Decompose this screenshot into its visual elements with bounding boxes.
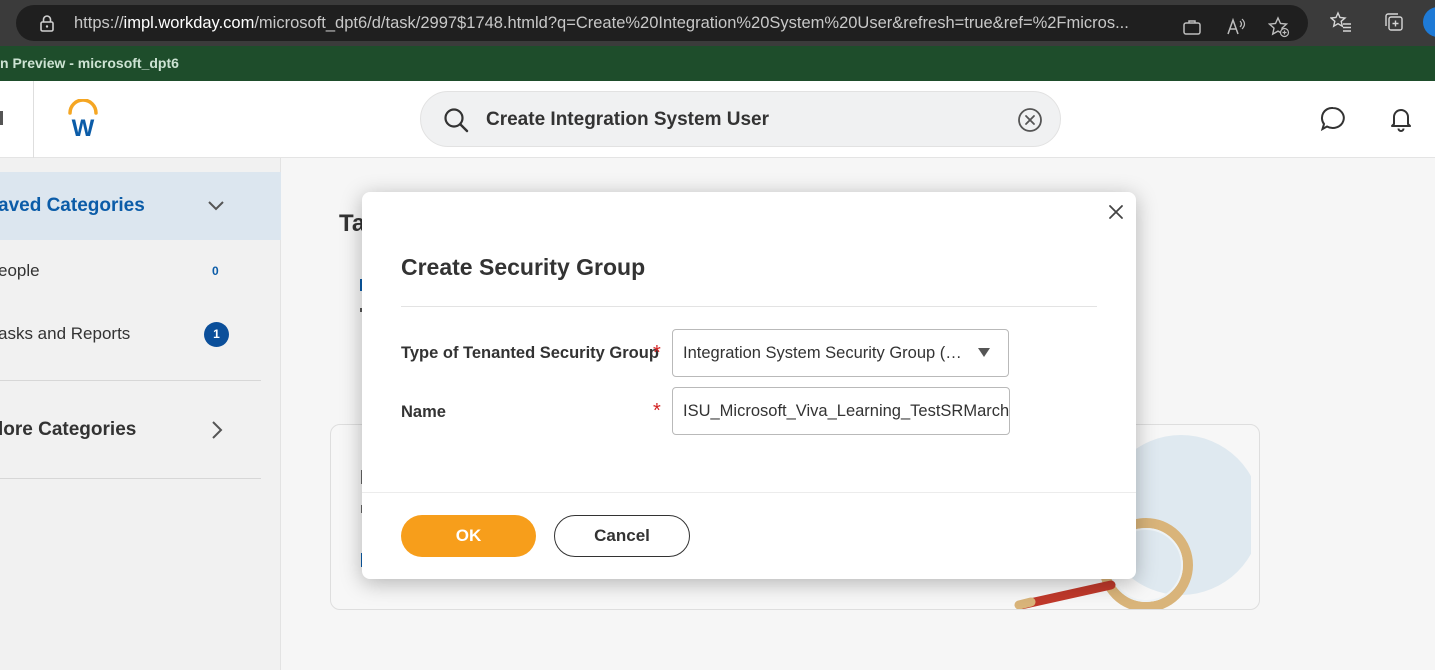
name-field-label: Name xyxy=(401,403,446,421)
add-favorite-icon[interactable] xyxy=(1267,16,1290,38)
name-input[interactable] xyxy=(672,387,1010,435)
profile-avatar[interactable] xyxy=(1423,7,1435,37)
browser-toolbar: https://impl.workday.com/microsoft_dpt6/… xyxy=(0,0,1435,46)
required-asterisk: * xyxy=(653,400,661,422)
type-field-label: Type of Tenanted Security Group xyxy=(401,344,659,362)
favorites-icon[interactable] xyxy=(1329,11,1352,33)
dialog-divider xyxy=(401,306,1097,307)
create-security-group-dialog: Create Security Group Type of Tenanted S… xyxy=(362,192,1136,579)
url-text[interactable]: https://impl.workday.com/microsoft_dpt6/… xyxy=(74,5,1174,41)
url-path: /microsoft_dpt6/d/task/2997$1748.htmld?q… xyxy=(254,14,1129,32)
dropdown-caret-icon[interactable] xyxy=(978,348,990,357)
select-value: Integration System Security Group (… xyxy=(683,344,962,362)
footer-divider xyxy=(362,492,1136,493)
banner-text: n Preview - microsoft_dpt6 xyxy=(0,55,179,71)
collections-icon[interactable] xyxy=(1383,11,1405,33)
dialog-title: Create Security Group xyxy=(401,254,646,280)
ok-button[interactable]: OK xyxy=(401,515,536,557)
url-prefix: https:// xyxy=(74,14,124,32)
address-bar[interactable]: https://impl.workday.com/microsoft_dpt6/… xyxy=(16,5,1308,41)
close-icon[interactable] xyxy=(1107,203,1125,221)
cancel-button[interactable]: Cancel xyxy=(554,515,690,557)
app-available-icon[interactable] xyxy=(1181,16,1203,38)
security-group-type-select[interactable]: Integration System Security Group (… xyxy=(672,329,1009,377)
preview-banner: n Preview - microsoft_dpt6 xyxy=(0,46,1435,81)
read-aloud-icon[interactable] xyxy=(1225,16,1247,38)
url-host: impl.workday.com xyxy=(123,14,255,32)
lock-icon[interactable] xyxy=(38,14,56,32)
required-asterisk: * xyxy=(653,342,661,364)
